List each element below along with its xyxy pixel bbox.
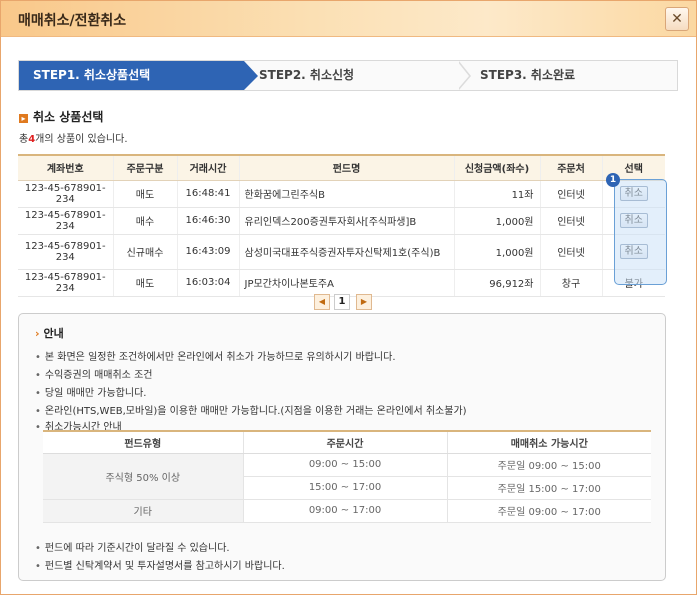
chevron-right-icon: › — [35, 327, 40, 340]
hours-cell-order: 15:00 ~ 17:00 — [242, 476, 447, 500]
guide-line: 본 화면은 일정한 조건하에서만 온라인에서 취소가 가능하므로 유의하시기 바… — [35, 348, 396, 363]
cell-time: 16:03:04 — [176, 269, 239, 297]
cell-order-type: 매도 — [112, 180, 177, 208]
highlight-badge: 1 — [606, 173, 620, 187]
hours-cell-cancel: 주문일 09:00 ~ 17:00 — [446, 499, 651, 523]
first-page-icon: ◀ — [318, 297, 326, 306]
cell-time: 16:43:09 — [176, 234, 239, 270]
summary-prefix: 총 — [19, 134, 29, 145]
step-indicator: STEP1. 취소상품선택 STEP2. 취소신청 STEP3. 취소완료 — [18, 60, 678, 91]
hours-cell-type: 주식형 50% 이상 — [43, 453, 243, 500]
guide-line: 당일 매매만 가능합니다. — [35, 384, 147, 399]
cell-account: 123-45-678901-234 — [18, 234, 113, 270]
title-bar: 매매취소/전환취소 ✕ — [1, 1, 696, 37]
cell-order-type: 매도 — [112, 269, 177, 297]
step-1-arrow — [244, 61, 258, 90]
close-button[interactable]: ✕ — [665, 7, 689, 31]
cell-fund: 한화꿈에그린주식B — [238, 180, 454, 208]
table-row: 123-45-678901-234 신규매수 16:43:09 삼성미국대표주식… — [18, 234, 665, 270]
hours-header-row: 펀드유형 주문시간 매매취소 가능시간 — [43, 430, 651, 454]
table-row: 123-45-678901-234 매수 16:46:30 유리인덱스200증권… — [18, 207, 665, 235]
summary-suffix: 개의 상품이 있습니다. — [35, 134, 128, 145]
header-channel: 주문처 — [539, 154, 602, 181]
cell-order-type: 매수 — [112, 207, 177, 235]
cell-account: 123-45-678901-234 — [18, 269, 113, 297]
cell-account: 123-45-678901-234 — [18, 207, 113, 235]
cell-fund: 유리인덱스200증권투자회사[주식파생]B — [238, 207, 454, 235]
hours-cell-type: 기타 — [43, 499, 243, 523]
guide-title: › 안내 — [35, 325, 64, 341]
cancel-button[interactable]: 취소 — [619, 186, 648, 201]
guide-footer-line: 펀드에 따라 기준시간이 달라질 수 있습니다. — [35, 539, 230, 554]
cell-account: 123-45-678901-234 — [18, 180, 113, 208]
cell-select: 취소 — [601, 207, 665, 235]
close-icon: ✕ — [671, 11, 683, 27]
table-row: 123-45-678901-234 매도 16:48:41 한화꿈에그린주식B … — [18, 180, 665, 208]
hours-cell-order: 09:00 ~ 17:00 — [242, 499, 447, 523]
cancel-button[interactable]: 취소 — [619, 213, 648, 228]
window-title: 매매취소/전환취소 — [18, 13, 127, 29]
cell-channel: 인터넷 — [539, 207, 602, 235]
guide-footer-line: 펀드별 신탁계약서 및 투자설명서를 참고하시기 바랍니다. — [35, 557, 285, 572]
page-number[interactable]: 1 — [334, 294, 350, 310]
header-fund: 펀드명 — [238, 154, 454, 181]
cell-time: 16:46:30 — [176, 207, 239, 235]
cell-order-type: 신규매수 — [112, 234, 177, 270]
step-2: STEP2. 취소신청 — [259, 68, 355, 82]
cell-channel: 인터넷 — [539, 180, 602, 208]
hours-row: 기타 09:00 ~ 17:00 주문일 09:00 ~ 17:00 — [43, 499, 651, 523]
guide-box: ›안내 본 화면은 일정한 조건하에서만 온라인에서 취소가 가능하므로 유의하… — [18, 313, 666, 581]
first-page-button[interactable]: ◀ — [314, 294, 330, 310]
cancel-button[interactable]: 취소 — [619, 244, 648, 259]
cancel-hours-table: 펀드유형 주문시간 매매취소 가능시간 주식형 50% 이상 09:00 ~ 1… — [43, 430, 651, 523]
hours-cell-cancel: 주문일 09:00 ~ 15:00 — [446, 453, 651, 477]
cell-amount: 1,000원 — [453, 207, 540, 235]
header-time: 거래시간 — [176, 154, 239, 181]
header-account: 계좌번호 — [18, 154, 113, 181]
cell-amount: 96,912좌 — [453, 269, 540, 297]
hours-cell-order: 09:00 ~ 15:00 — [242, 453, 447, 477]
guide-line: 수익증권의 매매취소 조건 — [35, 366, 153, 381]
cell-select: 취소 — [601, 234, 665, 270]
cancel-product-table: 계좌번호 주문구분 거래시간 펀드명 신청금액(좌수) 주문처 선택 123-4… — [18, 154, 665, 297]
product-count-summary: 총4개의 상품이 있습니다. — [19, 130, 128, 145]
section-bullet-icon: ▸ — [19, 114, 28, 123]
hours-header-cancel: 매매취소 가능시간 — [446, 430, 651, 454]
guide-title-text: 안내 — [43, 327, 64, 340]
cell-amount: 1,000원 — [453, 234, 540, 270]
hours-header-type: 펀드유형 — [43, 430, 243, 454]
cell-amount: 11좌 — [453, 180, 540, 208]
hours-row: 주식형 50% 이상 09:00 ~ 15:00 주문일 09:00 ~ 15:… — [43, 453, 651, 500]
step-1: STEP1. 취소상품선택 — [19, 61, 244, 90]
cell-channel: 창구 — [539, 269, 602, 297]
cell-fund: JP모간차이나본토주A — [238, 269, 454, 297]
header-amount: 신청금액(좌수) — [453, 154, 540, 181]
table-header-row: 계좌번호 주문구분 거래시간 펀드명 신청금액(좌수) 주문처 선택 — [18, 154, 665, 181]
step-3: STEP3. 취소완료 — [480, 68, 576, 82]
table-row: 123-45-678901-234 매도 16:03:04 JP모간차이나본토주… — [18, 269, 665, 297]
cell-channel: 인터넷 — [539, 234, 602, 270]
section-title: ▸ 취소 상품선택 — [19, 108, 103, 125]
section-title-text: 취소 상품선택 — [33, 110, 104, 124]
guide-line: 온라인(HTS,WEB,모바일)을 이용한 매매만 가능합니다.(지점을 이용한… — [35, 402, 467, 417]
hours-cell-cancel: 주문일 15:00 ~ 17:00 — [446, 476, 651, 500]
hours-header-order: 주문시간 — [242, 430, 447, 454]
step-separator-inner — [457, 61, 469, 90]
cell-select-unavailable: 불가 — [601, 269, 665, 297]
last-page-icon: ▶ — [360, 297, 368, 306]
cancel-dialog: 매매취소/전환취소 ✕ STEP1. 취소상품선택 STEP2. 취소신청 ST… — [0, 0, 697, 595]
cell-time: 16:48:41 — [176, 180, 239, 208]
header-order-type: 주문구분 — [112, 154, 177, 181]
last-page-button[interactable]: ▶ — [356, 294, 372, 310]
cell-fund: 삼성미국대표주식증권자투자신탁제1호(주식)B — [238, 234, 454, 270]
